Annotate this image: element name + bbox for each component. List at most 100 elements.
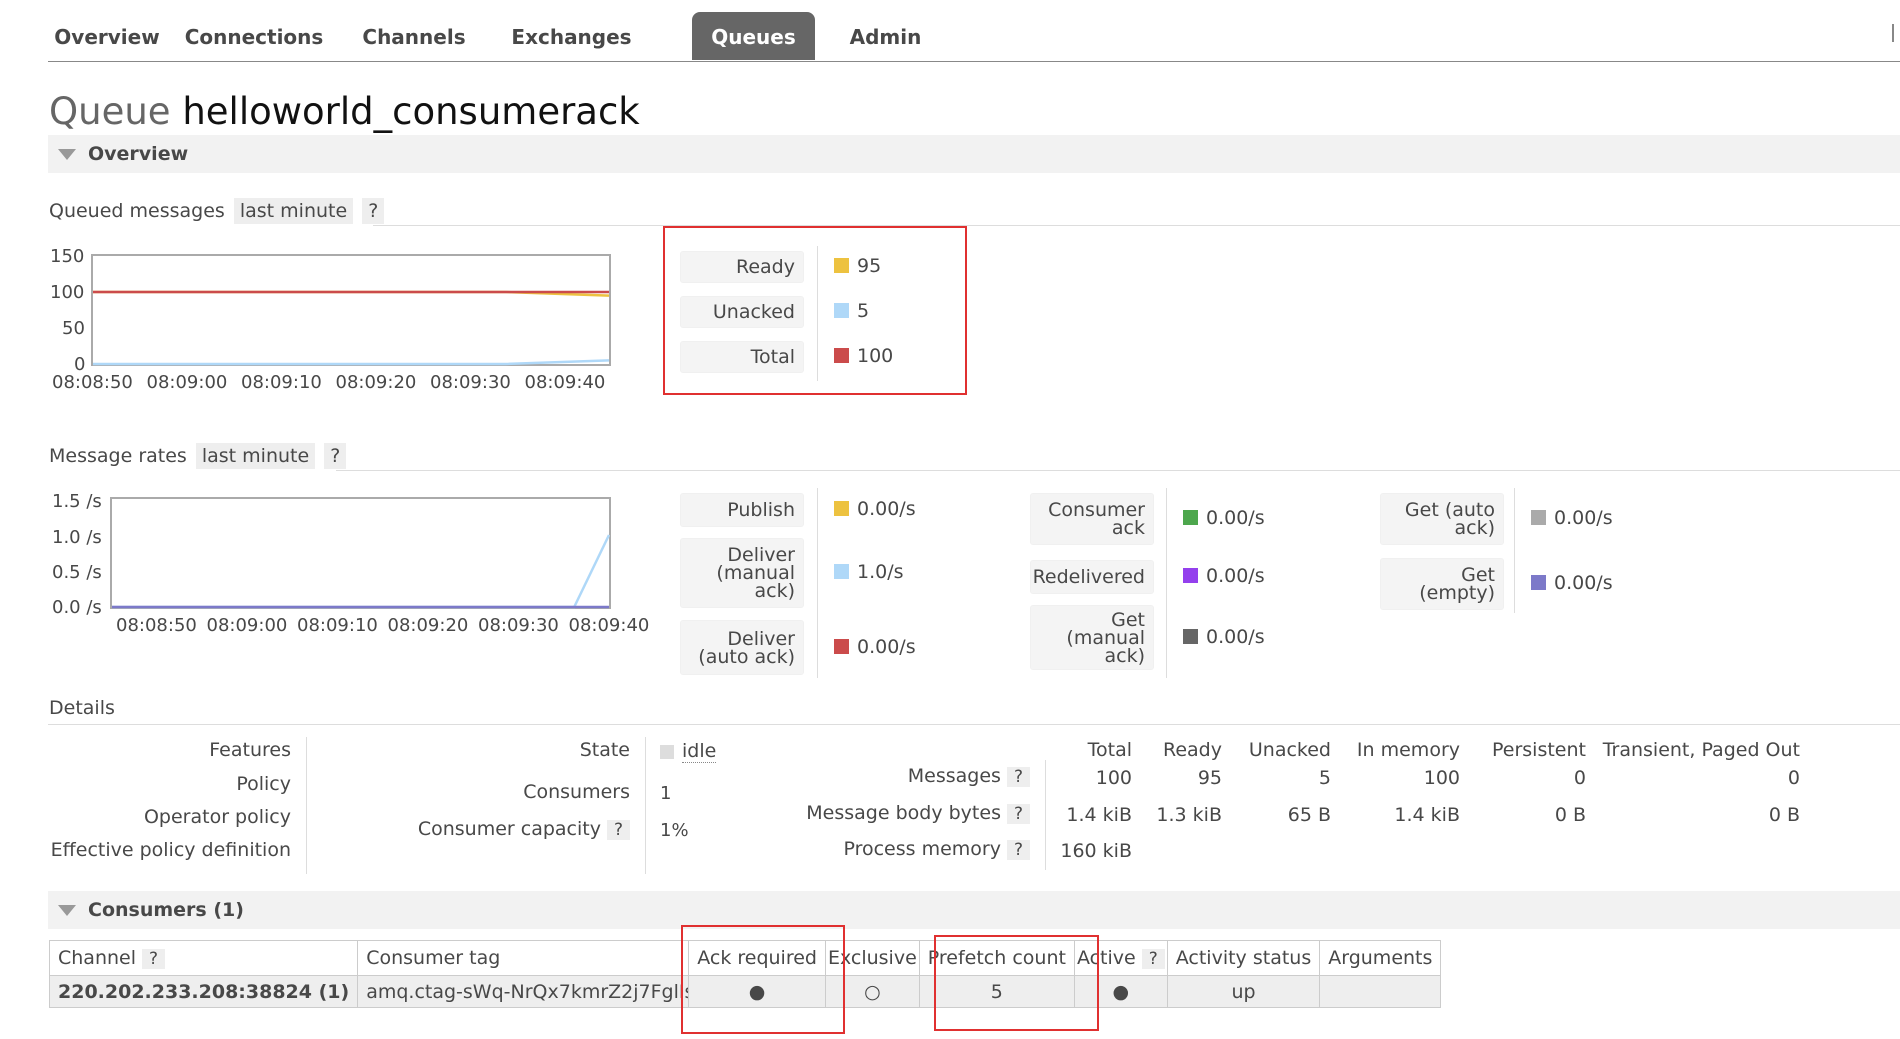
legend-swatch: [834, 501, 849, 516]
stats-cell: 0 B: [1768, 804, 1800, 826]
queued-messages-chart: [91, 254, 611, 366]
stats-cell: 0: [1787, 767, 1800, 789]
divider: [48, 724, 1900, 725]
stats-header: Total: [1087, 739, 1132, 761]
page-title: Queue helloworld_consumerack: [49, 90, 640, 133]
chart-frame: [110, 497, 611, 609]
queued-legend-unacked-label: Unacked: [680, 296, 804, 328]
stats-row-label-text: Message body bytes: [806, 802, 1001, 824]
details-label: Details: [49, 697, 115, 719]
queued-legend-unacked-label-text: Unacked: [712, 301, 795, 323]
effective-policy-label: Effective policy definition: [50, 839, 291, 861]
collapse-triangle-icon: [58, 905, 76, 916]
stats-cell: 0 B: [1554, 804, 1586, 826]
consumers-section-title: Consumers (1): [88, 899, 244, 921]
stats-row-label: Process memory?: [760, 838, 1030, 860]
stats-row-label-text: Messages: [907, 765, 1001, 787]
highlight-box: [934, 935, 1099, 1031]
xtick-label: 08:09:10: [241, 372, 322, 393]
xtick-label: 08:09:30: [430, 372, 511, 393]
rates-label-text: Message rates: [49, 445, 187, 467]
consumers-section-toggle[interactable]: Consumers (1): [48, 891, 1900, 929]
xtick-label: 08:09:00: [206, 615, 288, 636]
collapse-triangle-icon: [58, 149, 76, 160]
stats-header: In memory: [1356, 739, 1460, 761]
capacity-help-button[interactable]: ?: [606, 820, 630, 840]
channel-help-button[interactable]: ?: [142, 949, 166, 969]
divider: [373, 225, 1900, 226]
message-rates-label: Message rates last minute ?: [49, 443, 347, 469]
rates-legend-b1-label-text: Redelivered: [1032, 566, 1145, 588]
rates-legend-b2-value: 0.00/s: [1183, 626, 1265, 648]
tab-overview[interactable]: Overview: [48, 12, 166, 60]
queued-legend-ready-label-text: Ready: [736, 256, 795, 278]
legend-separator: [1514, 488, 1515, 613]
rates-legend-0-label: Publish: [680, 493, 804, 527]
ytick-label: 1.0 /s: [52, 527, 102, 548]
stats-cell: 95: [1197, 767, 1222, 789]
tab-queues[interactable]: Queues: [692, 12, 815, 60]
ytick-label: 100: [50, 282, 85, 303]
tab-connections[interactable]: Connections: [170, 12, 338, 60]
rates-legend-c1-value: 0.00/s: [1531, 572, 1613, 594]
rates-legend-0-value: 0.00/s: [834, 498, 916, 520]
channel-link[interactable]: 220.202.233.208:38824 (1): [48, 975, 359, 1008]
state-label: State: [579, 739, 630, 761]
rates-help-button[interactable]: ?: [324, 443, 347, 469]
rates-legend-c0-value: 0.00/s: [1531, 507, 1613, 529]
rates-legend-1-value: 1.0/s: [834, 561, 904, 583]
stats-help-button[interactable]: ?: [1006, 840, 1030, 860]
queued-legend-ready-value: 95: [834, 255, 881, 277]
rates-legend-c0-value-text: 0.00/s: [1554, 507, 1613, 529]
queued-legend-ready-label: Ready: [680, 251, 804, 283]
stats-help-button[interactable]: ?: [1006, 767, 1030, 787]
queued-range-select[interactable]: last minute: [233, 198, 354, 224]
main-nav: Overview Connections Channels Exchanges …: [48, 0, 1900, 62]
stats-help-button[interactable]: ?: [1006, 804, 1030, 824]
message-rates-chart: [110, 497, 611, 609]
stats-cell: 0: [1573, 767, 1586, 789]
stats-row-label: Messages?: [760, 765, 1030, 787]
col-activity-status: Activity status: [1166, 940, 1321, 976]
rates-range-select[interactable]: last minute: [195, 443, 316, 469]
capacity-value: 1%: [660, 820, 689, 841]
stats-row-label: Message body bytes?: [760, 802, 1030, 824]
operator-policy-label: Operator policy: [143, 806, 291, 828]
col-consumer-tag: Consumer tag: [357, 940, 690, 976]
col-channel: Channel?: [48, 940, 359, 976]
queue-name: helloworld_consumerack: [182, 90, 640, 133]
arguments-cell: [1319, 975, 1442, 1008]
rates-legend-c0-label-text: Get (auto ack): [1404, 499, 1495, 539]
details-separator: [645, 737, 646, 874]
col-channel-label: Channel: [58, 947, 137, 969]
queued-help-button[interactable]: ?: [362, 198, 385, 224]
queued-messages-label: Queued messages last minute ?: [49, 198, 385, 224]
overview-section-toggle[interactable]: Overview: [48, 135, 1900, 173]
details-separator: [1045, 760, 1046, 870]
xtick-label: 08:09:00: [146, 372, 228, 393]
stats-cell: 1.4 kiB: [1394, 804, 1460, 826]
xtick-label: 08:09:20: [387, 615, 469, 636]
rates-legend-1-label-text: Deliver (manual ack): [716, 544, 795, 602]
legend-swatch: [1183, 568, 1198, 583]
rates-legend-2-label: Deliver (auto ack): [680, 620, 804, 675]
consumers-label: Consumers: [523, 781, 630, 803]
legend-swatch: [834, 303, 849, 318]
rates-legend-b1-value-text: 0.00/s: [1206, 565, 1265, 587]
queued-legend-unacked-value-text: 5: [857, 300, 870, 322]
legend-swatch: [834, 258, 849, 273]
stats-header: Unacked: [1248, 739, 1331, 761]
tab-admin[interactable]: Admin: [828, 12, 943, 60]
stats-header: Transient, Paged Out: [1602, 739, 1800, 761]
tab-exchanges[interactable]: Exchanges: [491, 12, 652, 60]
legend-separator: [817, 246, 818, 381]
queued-legend-unacked-value: 5: [834, 300, 869, 322]
legend-swatch: [1183, 510, 1198, 525]
rates-legend-0-value-text: 0.00/s: [857, 498, 916, 520]
stats-cell: 5: [1318, 767, 1331, 789]
tab-channels[interactable]: Channels: [348, 12, 480, 60]
active-help-button[interactable]: ?: [1141, 949, 1165, 969]
page-title-prefix: Queue: [49, 90, 171, 133]
stats-cell: 65 B: [1287, 804, 1331, 826]
rates-legend-c1-value-text: 0.00/s: [1554, 572, 1613, 594]
